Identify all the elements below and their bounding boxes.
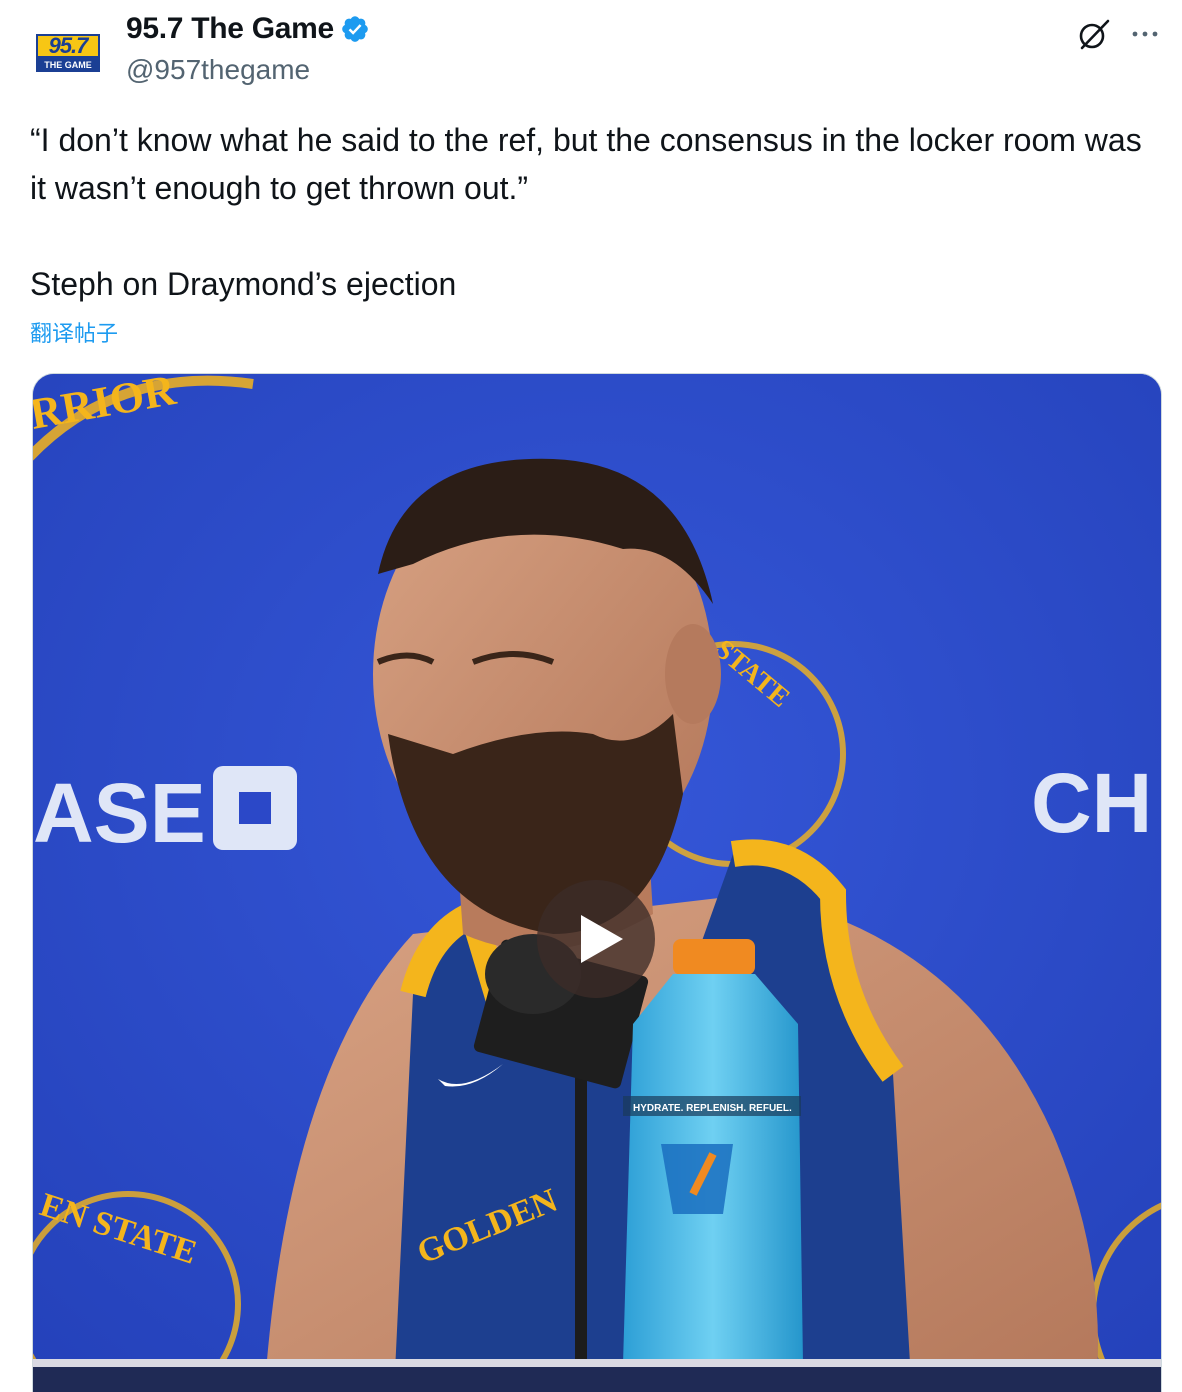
- verified-badge-icon[interactable]: [340, 14, 370, 44]
- tweet-post: 95.7 THE GAME 95.7 The Game @957thegame: [0, 0, 1182, 1392]
- bottle-band-text: HYDRATE. REPLENISH. REFUEL.: [633, 1103, 792, 1114]
- header-actions: [1076, 16, 1160, 52]
- play-icon: [581, 915, 623, 963]
- tweet-text: “I don’t know what he said to the ref, b…: [30, 122, 1142, 302]
- press-table-edge: [33, 1359, 1161, 1367]
- avatar[interactable]: 95.7 THE GAME: [30, 16, 106, 92]
- bottle-cap: [673, 939, 755, 975]
- logo-subtitle: THE GAME: [36, 58, 100, 72]
- author-info: 95.7 The Game @957thegame: [126, 10, 370, 86]
- station-logo: 95.7 THE GAME: [34, 34, 102, 74]
- more-options-icon[interactable]: [1130, 19, 1160, 49]
- tweet-header: 95.7 THE GAME 95.7 The Game @957thegame: [30, 10, 1160, 92]
- display-name[interactable]: 95.7 The Game: [126, 12, 334, 46]
- video-player[interactable]: RRIOR ASE CH STATE EN STATE GOLDEN HYDRA…: [32, 373, 1162, 1392]
- player-ear: [665, 624, 721, 724]
- backdrop-chase-right: CH: [1031, 756, 1152, 850]
- play-button[interactable]: [537, 880, 655, 998]
- press-table: [33, 1364, 1161, 1392]
- backdrop-chase-left: ASE: [33, 766, 206, 860]
- name-row: 95.7 The Game: [126, 10, 370, 48]
- chase-logo-hole: [239, 792, 271, 824]
- grok-icon[interactable]: [1076, 16, 1112, 52]
- translate-post-link[interactable]: 翻译帖子: [30, 316, 118, 348]
- handle[interactable]: @957thegame: [126, 54, 370, 86]
- logo-number: 95.7: [36, 34, 100, 58]
